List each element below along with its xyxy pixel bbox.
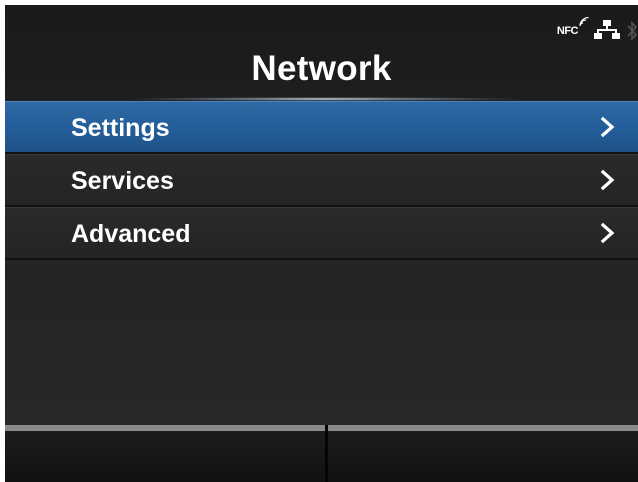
nfc-icon: NFC [556,17,589,37]
menu-item-advanced[interactable]: Advanced [5,207,638,260]
menu-item-label: Services [71,167,174,195]
menu-list: Settings Services Advanced [5,101,638,260]
nfc-waves-icon [579,17,589,27]
right-softkey-button[interactable] [328,425,638,482]
menu-item-services[interactable]: Services [5,154,638,207]
left-softkey-button[interactable] [5,425,325,482]
bluetooth-icon [627,21,638,41]
header: NFC Network [5,5,638,101]
chevron-right-icon [600,222,615,244]
lan-icon [594,20,620,39]
nfc-label: NFC [556,25,579,37]
page-title: Network [251,49,392,88]
chevron-right-icon [600,116,615,138]
menu-item-label: Advanced [71,220,191,248]
chevron-right-icon [600,169,615,191]
menu-item-settings[interactable]: Settings [5,101,638,154]
menu-item-label: Settings [71,114,170,142]
softkey-bar [5,425,638,482]
status-bar: NFC [556,17,638,45]
printer-screen: NFC Network Settings Services Advanced [5,5,638,482]
